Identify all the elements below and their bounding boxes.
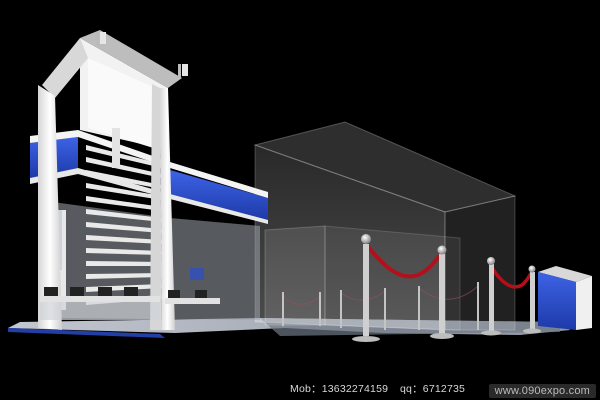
spotlight-left [96,32,106,46]
booth-render-scene [8,30,592,342]
mobile-caption: Mob：13632274159 [290,383,389,395]
website-watermark: www.090expo.com [488,384,596,398]
spotlight-right [178,64,188,78]
display-kiosk [538,266,592,330]
qq-caption: qq：6712735 [400,383,466,395]
